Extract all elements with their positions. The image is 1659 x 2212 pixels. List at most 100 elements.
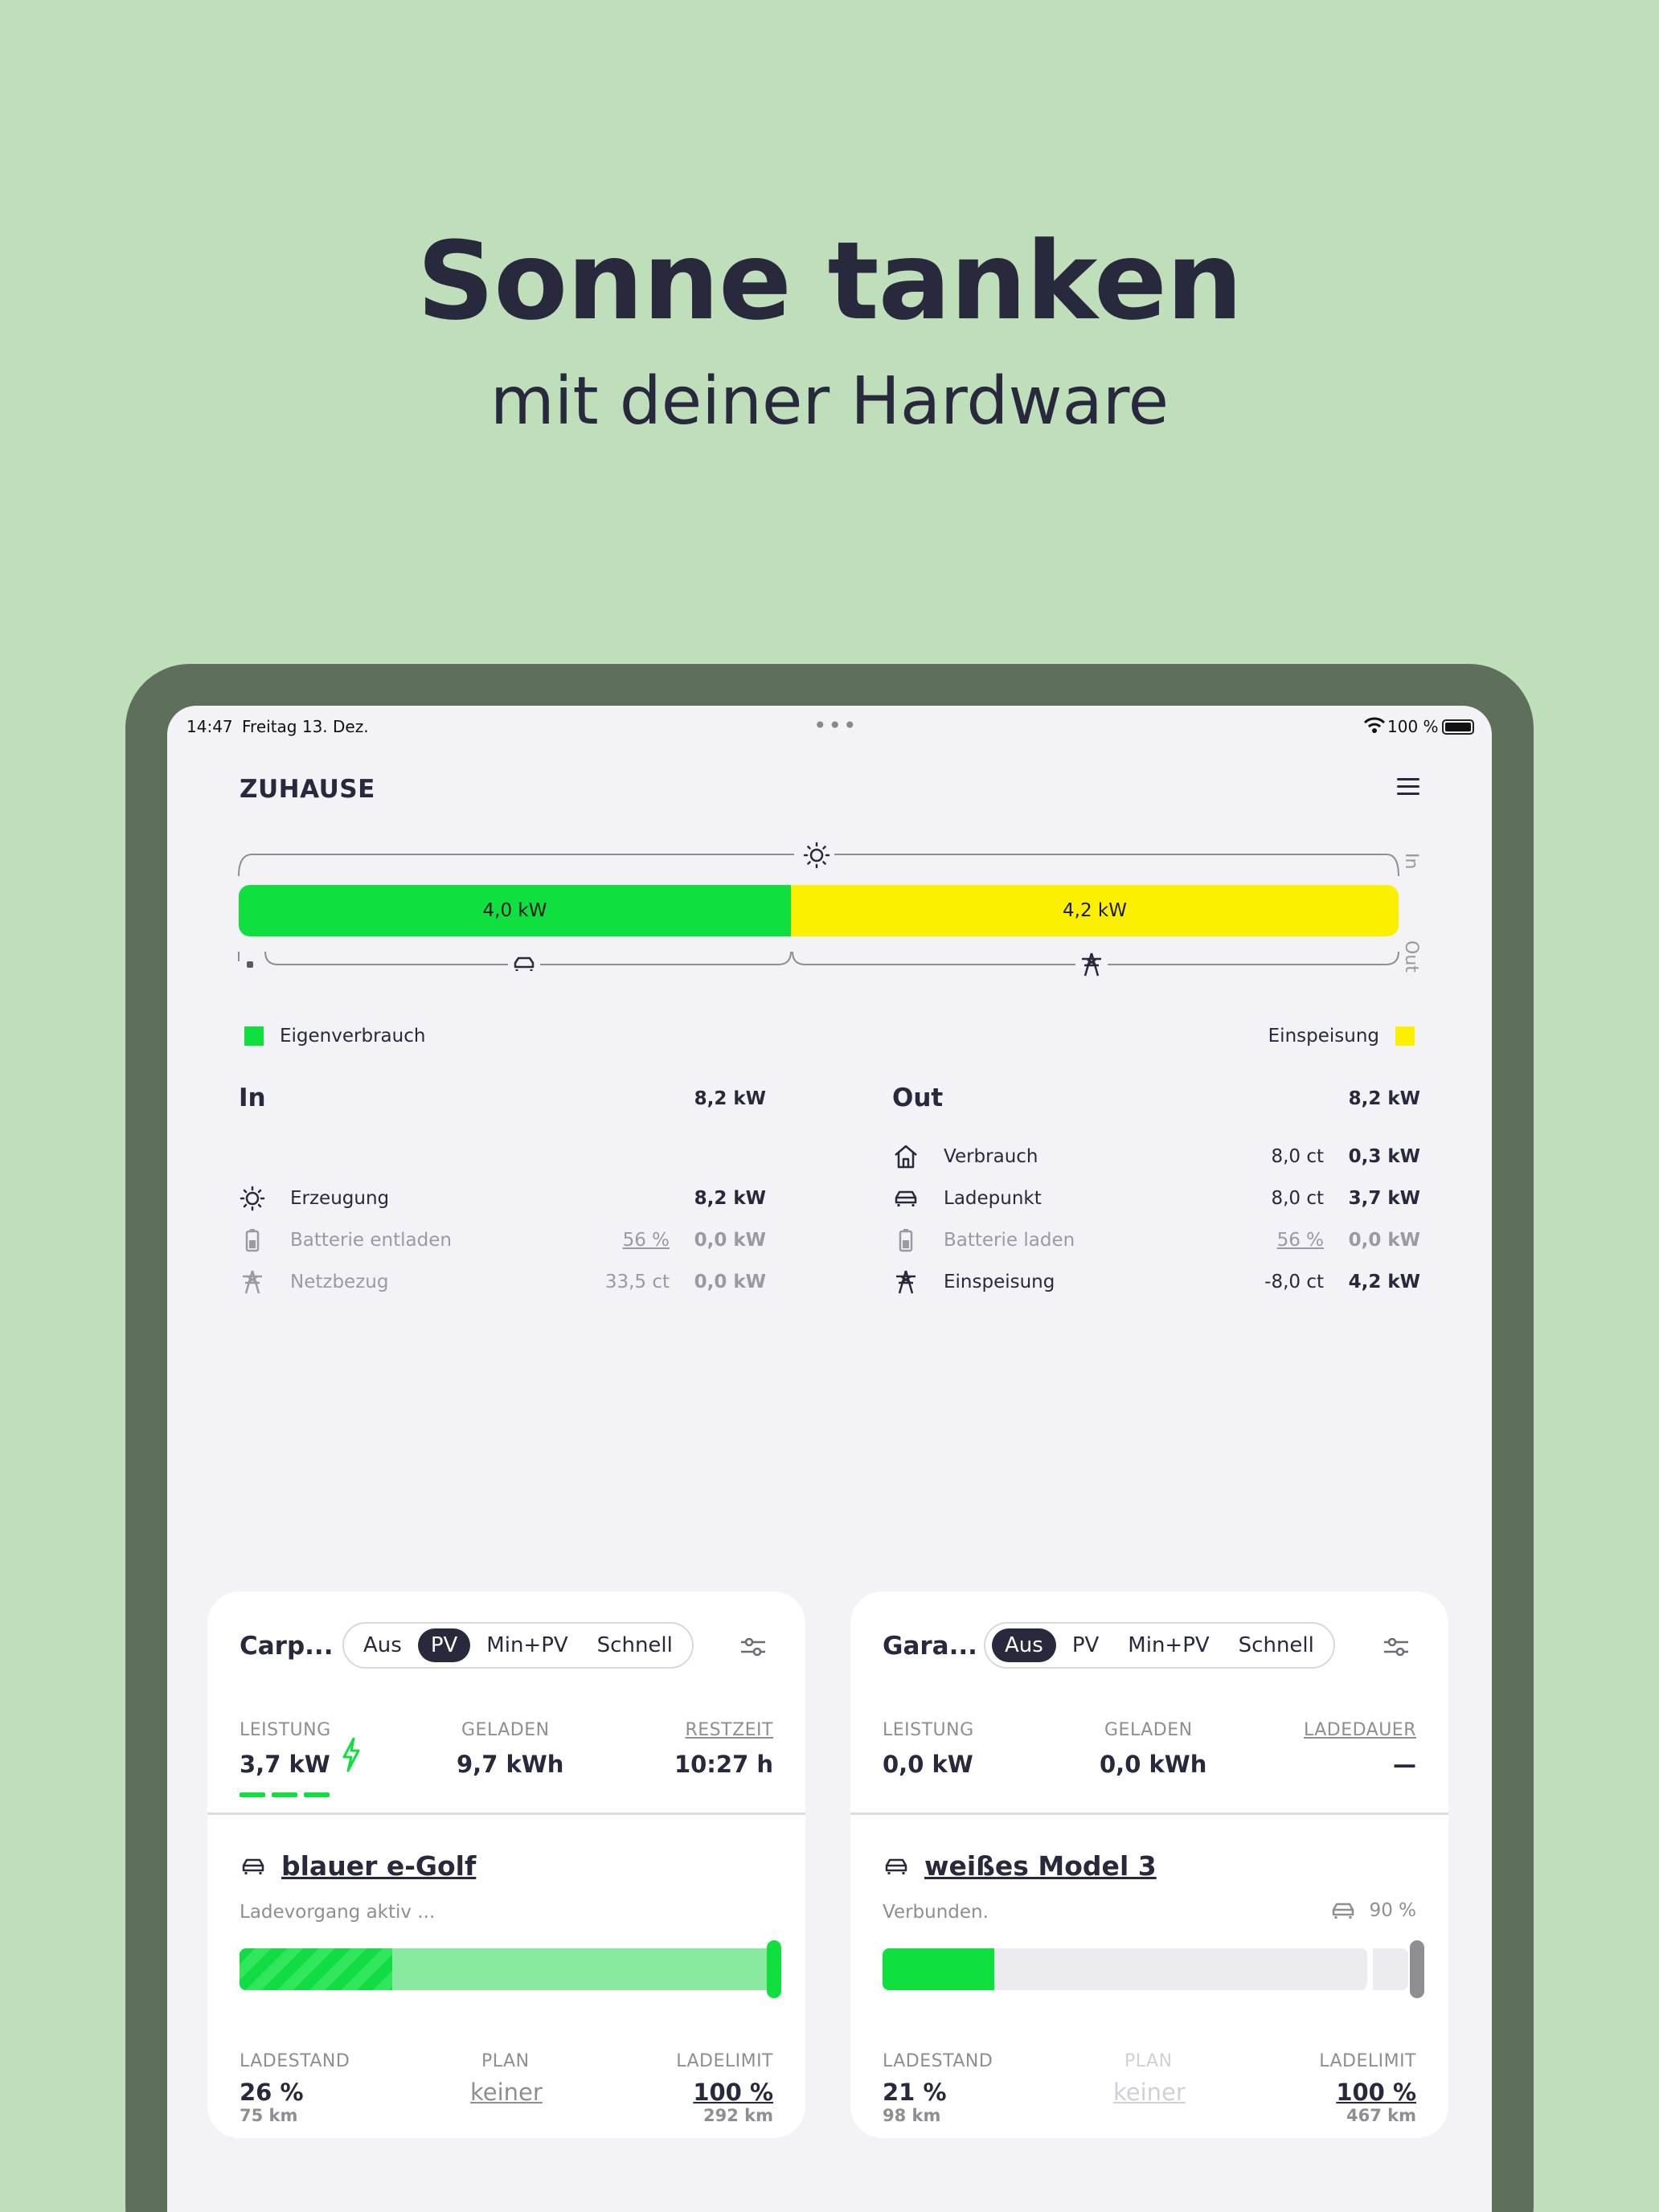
battery-soc-link[interactable]: 56 % <box>1277 1230 1324 1251</box>
flow-label: Erzeugung <box>290 1188 390 1209</box>
flow-in-title: In <box>239 1083 266 1112</box>
flow-row-ladepunkt[interactable]: Ladepunkt 8,0 ct 3,7 kW <box>892 1185 1420 1217</box>
limit-range: 292 km <box>703 2106 773 2125</box>
plan-link[interactable]: keiner <box>470 2079 543 2106</box>
vehicle-soc-value: 90 % <box>1369 1900 1416 1921</box>
charged-label: GELADEN <box>461 1720 550 1740</box>
flow-label: Ladepunkt <box>944 1188 1042 1209</box>
vehicle-name[interactable]: blauer e-Golf <box>281 1850 476 1882</box>
legend-self-consumption: Eigenverbrauch <box>244 1026 425 1047</box>
mode-option-aus[interactable]: Aus <box>992 1628 1056 1662</box>
remaining-time-value: 10:27 h <box>674 1751 773 1778</box>
battery-icon <box>245 1229 260 1252</box>
remaining-time-label[interactable]: RESTZEIT <box>686 1720 774 1740</box>
soc-range: 75 km <box>240 2106 298 2125</box>
flow-in-total: 8,2 kW <box>694 1088 766 1109</box>
flow-value: 8,2 kW <box>694 1188 766 1209</box>
flow-out-header: Out 8,2 kW <box>892 1083 1420 1132</box>
charge-limit-handle[interactable] <box>767 1940 781 1998</box>
limit-range: 467 km <box>1346 2106 1416 2125</box>
flow-out-column: Out 8,2 kW Verbrauch 8,0 ct 0,3 kW Ladep… <box>892 1083 1420 1294</box>
flow-row-einspeisung[interactable]: Einspeisung -8,0 ct 4,2 kW <box>892 1268 1420 1301</box>
energy-bar: 4,0 kW 4,2 kW <box>239 885 1399 936</box>
flow-row-batterie-entladen[interactable]: Batterie entladen 56 % 0,0 kW <box>239 1227 766 1259</box>
card-divider <box>850 1813 1448 1815</box>
flow-value: 4,2 kW <box>1348 1272 1420 1292</box>
app-screen: 14:47 Freitag 13. Dez. ••• 100 % ZUHAUSE <box>167 706 1492 2212</box>
flow-row-netzbezug[interactable]: Netzbezug 33,5 ct 0,0 kW <box>239 1268 766 1301</box>
charge-limit-handle[interactable] <box>1410 1940 1424 1998</box>
flow-row-verbrauch[interactable]: Verbrauch 8,0 ct 0,3 kW <box>892 1143 1420 1175</box>
soc-label: LADESTAND <box>240 2051 350 2071</box>
flow-value: 0,3 kW <box>1348 1146 1420 1167</box>
loadpoint-name: Carp... <box>240 1632 334 1661</box>
flow-out-title: Out <box>892 1083 944 1112</box>
charge-duration-label[interactable]: LADEDAUER <box>1304 1720 1416 1740</box>
flow-value: 3,7 kW <box>1348 1188 1420 1209</box>
soc-track <box>883 1948 1367 1990</box>
charging-bolt-icon <box>342 1737 360 1772</box>
flow-row-erzeugung[interactable]: Erzeugung 8,2 kW <box>239 1185 766 1217</box>
loadpoint-card-carport: Carp... Aus PV Min+PV Schnell LEISTUNG 3… <box>207 1591 805 2138</box>
flow-label: Verbrauch <box>944 1146 1038 1167</box>
soc-label: LADESTAND <box>883 2051 993 2071</box>
car-icon <box>885 1858 907 1874</box>
flow-in-header: In 8,2 kW <box>239 1083 766 1132</box>
car-icon <box>895 1190 917 1206</box>
mode-option-pv[interactable]: PV <box>417 1628 471 1662</box>
vehicle-title[interactable]: weißes Model 3 <box>883 1850 1157 1882</box>
car-icon <box>1332 1903 1354 1919</box>
vehicle-name[interactable]: weißes Model 3 <box>924 1850 1157 1882</box>
battery-soc-link[interactable]: 56 % <box>623 1230 670 1251</box>
charging-status: Ladevorgang aktiv ... <box>240 1902 436 1923</box>
soc-track <box>240 1948 773 1990</box>
limit-value[interactable]: 100 % <box>1336 2079 1416 2106</box>
mode-option-schnell[interactable]: Schnell <box>584 1628 686 1662</box>
flow-value: 0,0 kW <box>694 1272 766 1292</box>
power-label: LEISTUNG <box>240 1720 331 1740</box>
flow-row-batterie-laden[interactable]: Batterie laden 56 % 0,0 kW <box>892 1227 1420 1259</box>
soc-value: 21 % <box>883 2079 947 2106</box>
self-consumption-bar: 4,0 kW <box>239 885 791 936</box>
legend-swatch-green <box>244 1026 264 1046</box>
mode-option-schnell[interactable]: Schnell <box>1226 1628 1327 1662</box>
battery-icon <box>899 1229 913 1252</box>
charging-phases-indicator <box>240 1792 336 1797</box>
flow-label: Batterie entladen <box>290 1230 452 1251</box>
card-divider <box>207 1813 805 1815</box>
mode-selector: Aus PV Min+PV Schnell <box>984 1622 1335 1669</box>
vehicle-title[interactable]: blauer e-Golf <box>240 1850 476 1882</box>
out-side-label: Out <box>1401 940 1421 973</box>
power-value: 0,0 kW <box>883 1751 973 1778</box>
legend-feed-in: Einspeisung <box>1268 1026 1415 1047</box>
car-icon <box>242 1858 264 1874</box>
soc-track-remainder <box>1373 1948 1408 1990</box>
settings-sliders-icon[interactable] <box>1382 1636 1410 1657</box>
flow-value: 0,0 kW <box>1348 1230 1420 1251</box>
sun-icon <box>240 1186 265 1211</box>
mode-option-aus[interactable]: Aus <box>350 1628 415 1662</box>
flow-price: 33,5 ct <box>604 1272 670 1292</box>
settings-sliders-icon[interactable] <box>739 1636 767 1657</box>
charged-value: 0,0 kWh <box>1100 1751 1207 1778</box>
flow-price: 8,0 ct <box>1271 1188 1324 1209</box>
limit-label: LADELIMIT <box>1319 2051 1416 2071</box>
soc-value: 26 % <box>240 2079 304 2106</box>
plan-link[interactable]: keiner <box>1113 2079 1186 2106</box>
mode-option-minpv[interactable]: Min+PV <box>1115 1628 1222 1662</box>
flow-label: Einspeisung <box>944 1272 1055 1292</box>
plan-label: PLAN <box>481 2051 530 2071</box>
flow-price: -8,0 ct <box>1264 1272 1324 1292</box>
mode-option-minpv[interactable]: Min+PV <box>473 1628 580 1662</box>
legend-swatch-yellow <box>1395 1026 1415 1046</box>
energy-bar-brackets <box>238 841 1399 979</box>
hero-subtitle: mit deiner Hardware <box>490 363 1169 440</box>
loadpoint-card-garage: Gara... Aus PV Min+PV Schnell LEISTUNG 0… <box>850 1591 1448 2138</box>
legend-label: Einspeisung <box>1268 1026 1379 1047</box>
soc-fill <box>240 1948 392 1990</box>
flow-out-total: 8,2 kW <box>1348 1088 1420 1109</box>
legend-label: Eigenverbrauch <box>280 1026 426 1047</box>
mode-option-pv[interactable]: PV <box>1059 1628 1112 1662</box>
flow-label: Netzbezug <box>290 1272 389 1292</box>
limit-value[interactable]: 100 % <box>693 2079 773 2106</box>
